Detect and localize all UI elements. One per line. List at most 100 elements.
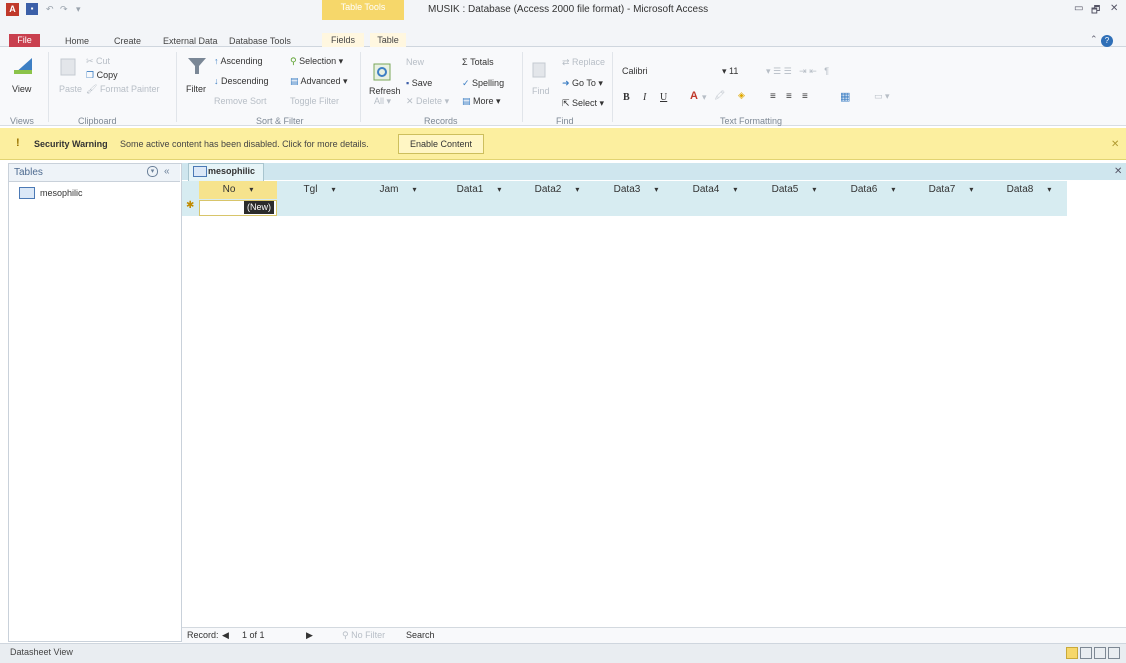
tab-fields[interactable]: Fields <box>322 33 364 47</box>
current-record-field[interactable]: 1 of 1 <box>242 630 265 640</box>
view-button[interactable]: View <box>12 84 31 94</box>
column-header-data2[interactable]: Data2 ▾ <box>518 181 596 199</box>
undo-icon[interactable]: ↶ <box>46 4 54 15</box>
replace-button[interactable]: ⇄ Replace <box>562 57 605 68</box>
column-header-jam[interactable]: Jam ▾ <box>358 181 438 199</box>
next-record-button[interactable]: ▶ <box>306 630 313 641</box>
paste-button[interactable]: Paste <box>59 84 82 94</box>
descending-button[interactable]: ↓ Descending <box>214 76 269 86</box>
view-icon[interactable] <box>12 56 34 76</box>
redo-icon[interactable]: ↷ <box>60 4 68 15</box>
format-painter-button[interactable]: 🖌 Format Painter <box>86 84 159 95</box>
italic-button[interactable]: I <box>643 92 646 103</box>
align-center-icon[interactable]: ≡ <box>786 91 792 102</box>
chevron-down-icon[interactable]: ▾ <box>733 185 737 194</box>
close-icon[interactable]: ✕ <box>1111 139 1119 150</box>
minimize-ribbon-icon[interactable]: ⌃ <box>1090 34 1098 45</box>
find-icon[interactable] <box>530 60 552 80</box>
gridlines-icon[interactable]: ▦ <box>840 90 850 103</box>
design-view-icon[interactable] <box>1108 647 1120 659</box>
save-record-button[interactable]: ▪ Save <box>406 78 432 88</box>
column-header-data6[interactable]: Data6 ▾ <box>834 181 912 199</box>
tab-external-data[interactable]: External Data <box>163 36 218 46</box>
chevron-down-icon[interactable]: ▾ <box>147 166 158 177</box>
chevron-down-icon[interactable]: ▾ <box>654 185 658 194</box>
refresh-all-dropdown[interactable]: All ▾ <box>374 96 391 107</box>
customize-qat-icon[interactable]: ▾ <box>76 4 81 15</box>
delete-record-button[interactable]: ✕ Delete ▾ <box>406 96 449 107</box>
tab-create[interactable]: Create <box>114 36 141 46</box>
column-header-tgl[interactable]: Tgl ▾ <box>282 181 357 199</box>
close-document-icon[interactable]: ✕ <box>1114 166 1122 177</box>
align-left-icon[interactable]: ≡ <box>770 91 776 102</box>
selection-button[interactable]: ⚲ Selection ▾ <box>290 56 343 67</box>
refresh-button[interactable]: Refresh <box>369 86 401 96</box>
copy-button[interactable]: ❐ Copy <box>86 70 118 81</box>
goto-button[interactable]: ➜ Go To ▾ <box>562 78 603 89</box>
tab-file[interactable]: File <box>9 34 40 47</box>
chevron-down-icon[interactable]: ▾ <box>812 185 816 194</box>
tab-table[interactable]: Table <box>370 33 406 47</box>
chevron-down-icon[interactable]: ▾ <box>412 185 416 194</box>
underline-button[interactable]: U <box>660 92 667 103</box>
advanced-button[interactable]: ▤ Advanced ▾ <box>290 76 348 87</box>
cut-button[interactable]: ✂ Cut <box>86 56 110 67</box>
column-header-data8[interactable]: Data8 ▾ <box>990 181 1068 199</box>
chevron-down-icon[interactable]: ▾ <box>575 185 579 194</box>
font-color-icon[interactable]: A <box>690 90 698 102</box>
security-warning-message[interactable]: Some active content has been disabled. C… <box>120 139 369 149</box>
column-header-data5[interactable]: Data5 ▾ <box>755 181 833 199</box>
filter-button[interactable]: Filter <box>186 84 206 94</box>
tab-home[interactable]: Home <box>65 36 89 46</box>
navigation-pane-title[interactable]: Tables <box>14 167 43 178</box>
alternate-row-color-icon[interactable]: ▭ ▾ <box>874 91 890 102</box>
chevron-down-icon[interactable]: ▾ <box>969 185 973 194</box>
new-record-button[interactable]: New <box>406 57 424 67</box>
text-highlight-icon[interactable]: 🖍 <box>714 90 725 101</box>
access-app-icon[interactable]: A <box>6 3 19 16</box>
column-header-data1[interactable]: Data1 ▾ <box>440 181 518 199</box>
refresh-icon[interactable] <box>372 62 394 82</box>
close-button[interactable]: ✕ <box>1110 3 1118 14</box>
chevron-down-icon[interactable]: ▾ <box>249 185 253 194</box>
pivotchart-view-icon[interactable] <box>1094 647 1106 659</box>
collapse-pane-icon[interactable]: « <box>164 166 170 177</box>
font-color-dropdown-icon[interactable]: ▾ <box>702 92 707 103</box>
new-record-row[interactable] <box>182 199 1067 216</box>
save-icon[interactable]: ▪ <box>26 3 38 15</box>
datasheet-view-icon[interactable] <box>1066 647 1078 659</box>
search-box[interactable]: Search <box>406 630 435 640</box>
font-size-combo[interactable]: ▾ 11 <box>722 66 738 77</box>
font-name-combo[interactable]: Calibri <box>622 66 648 76</box>
column-header-no[interactable]: No ▾ <box>199 181 277 199</box>
column-header-data4[interactable]: Data4 ▾ <box>676 181 754 199</box>
remove-sort-button[interactable]: Remove Sort <box>214 96 267 106</box>
background-color-icon[interactable]: ◈ <box>738 90 745 101</box>
chevron-down-icon[interactable]: ▾ <box>891 185 895 194</box>
enable-content-button[interactable]: Enable Content <box>398 134 484 154</box>
more-button[interactable]: ▤ More ▾ <box>462 96 501 107</box>
totals-button[interactable]: Σ Totals <box>462 57 494 67</box>
spelling-button[interactable]: ✓ Spelling <box>462 78 504 89</box>
select-button[interactable]: ⇱ Select ▾ <box>562 98 604 109</box>
chevron-down-icon[interactable]: ▾ <box>497 185 501 194</box>
column-header-data7[interactable]: Data7 ▾ <box>912 181 990 199</box>
first-record-button[interactable]: ◀ <box>222 630 229 641</box>
nav-item-mesophilic[interactable]: mesophilic <box>40 188 83 198</box>
restore-button[interactable]: 🗗 <box>1091 3 1100 20</box>
bold-button[interactable]: B <box>623 92 630 103</box>
help-icon[interactable]: ? <box>1101 35 1113 47</box>
filter-icon[interactable] <box>186 56 208 76</box>
align-right-icon[interactable]: ≡ <box>802 91 808 102</box>
ascending-button[interactable]: ↑ Ascending <box>214 56 263 66</box>
list-buttons[interactable]: ▾ ☰ ☰ ⇥ ⇤ ¶ <box>766 66 829 77</box>
tab-database-tools[interactable]: Database Tools <box>229 36 291 46</box>
filter-status[interactable]: ⚲ No Filter <box>342 630 385 641</box>
chevron-down-icon[interactable]: ▾ <box>331 185 335 194</box>
paste-icon[interactable] <box>58 56 80 76</box>
minimize-button[interactable]: ▭ <box>1074 3 1083 14</box>
find-button[interactable]: Find <box>532 86 550 96</box>
pivottable-view-icon[interactable] <box>1080 647 1092 659</box>
column-header-data3[interactable]: Data3 ▾ <box>597 181 675 199</box>
chevron-down-icon[interactable]: ▾ <box>1047 185 1051 194</box>
